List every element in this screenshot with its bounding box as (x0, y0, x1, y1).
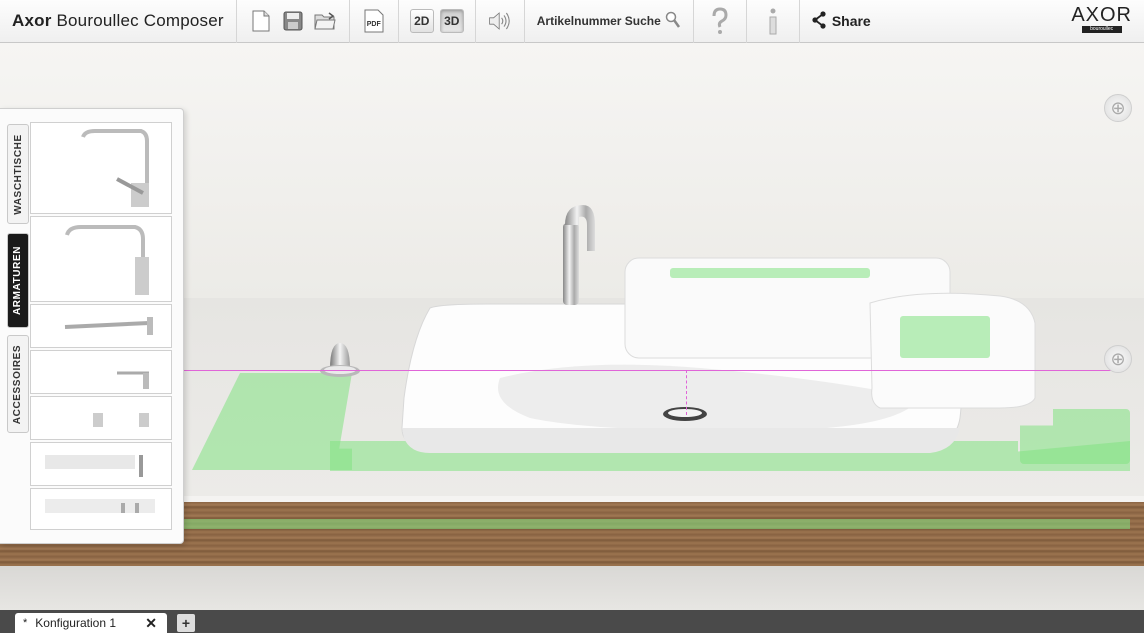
product-thumbnail[interactable] (30, 304, 172, 348)
document-tab-label: Konfiguration 1 (35, 616, 117, 630)
product-thumbnail-list (30, 122, 172, 532)
product-panel: WASCHTISCHE ARMATUREN ACCESSOIRES (0, 108, 184, 544)
brand-subline: bouroullec (1081, 26, 1122, 33)
toolbar: Axor Bouroullec Composer PDF 2D 3D Artik… (0, 0, 1144, 43)
placement-zone-wood[interactable] (184, 519, 1130, 529)
guide-line-horizontal (184, 370, 1124, 371)
document-tab[interactable]: * Konfiguration 1 ✕ (15, 613, 167, 633)
speaker-icon[interactable] (488, 9, 512, 33)
app-title-brand: Axor (12, 11, 52, 30)
accessory-knob[interactable] (318, 339, 364, 381)
share-button[interactable]: Share (812, 10, 871, 32)
pdf-icon[interactable]: PDF (362, 9, 386, 33)
info-group (747, 0, 800, 43)
tab-accessoires[interactable]: ACCESSOIRES (7, 335, 29, 433)
new-document-icon[interactable] (249, 9, 273, 33)
product-thumbnail[interactable] (30, 122, 172, 214)
info-icon[interactable] (761, 8, 785, 35)
product-thumbnail[interactable] (30, 442, 172, 486)
add-element-right-button[interactable]: ⊕ (1104, 345, 1132, 373)
share-group: Share (800, 0, 883, 43)
app-title-group: Axor Bouroullec Composer (0, 0, 237, 43)
add-element-top-button[interactable]: ⊕ (1104, 94, 1132, 122)
product-thumbnail[interactable] (30, 350, 172, 394)
open-folder-icon[interactable] (313, 9, 337, 33)
floor (0, 566, 1144, 610)
tab-waschtische-label: WASCHTISCHE (12, 133, 24, 215)
brand-logo: AXOR bouroullec (1071, 5, 1132, 33)
faucet-model[interactable] (555, 203, 600, 308)
unsaved-marker: * (23, 617, 28, 629)
app-title: Axor Bouroullec Composer (0, 11, 236, 31)
tab-accessoires-label: ACCESSOIRES (12, 344, 24, 424)
pdf-group: PDF (350, 0, 399, 43)
view-2d-button[interactable]: 2D (409, 9, 434, 33)
product-thumbnail[interactable] (30, 396, 172, 440)
tab-waschtische[interactable]: WASCHTISCHE (7, 124, 29, 224)
view-3d-button[interactable]: 3D (439, 9, 464, 33)
add-tab-button[interactable]: + (177, 614, 195, 632)
product-thumbnail[interactable] (30, 216, 172, 302)
pdf-label: PDF (366, 21, 381, 28)
share-icon (812, 10, 826, 32)
magnifier-icon (665, 11, 681, 32)
file-actions (237, 0, 350, 43)
document-tab-bar: * Konfiguration 1 ✕ + (0, 610, 1144, 633)
brand-wordmark: AXOR (1071, 4, 1132, 26)
article-number-search[interactable]: Artikelnummer Suche (537, 11, 681, 32)
save-icon[interactable] (281, 9, 305, 33)
close-icon[interactable]: ✕ (145, 615, 157, 632)
tab-armaturen-label: ARMATUREN (12, 245, 24, 316)
sound-group (476, 0, 525, 43)
help-group (694, 0, 747, 43)
washbasin[interactable] (400, 248, 1060, 458)
share-label: Share (831, 13, 871, 29)
search-group: Artikelnummer Suche (525, 0, 694, 43)
search-label: Artikelnummer Suche (536, 14, 661, 28)
view-mode-group: 2D 3D (399, 0, 476, 43)
app-title-product: Bouroullec Composer (56, 11, 224, 30)
guide-line-vertical (686, 370, 687, 415)
tab-armaturen[interactable]: ARMATUREN (7, 233, 29, 328)
product-thumbnail[interactable] (30, 488, 172, 530)
question-mark-icon[interactable] (708, 7, 732, 34)
